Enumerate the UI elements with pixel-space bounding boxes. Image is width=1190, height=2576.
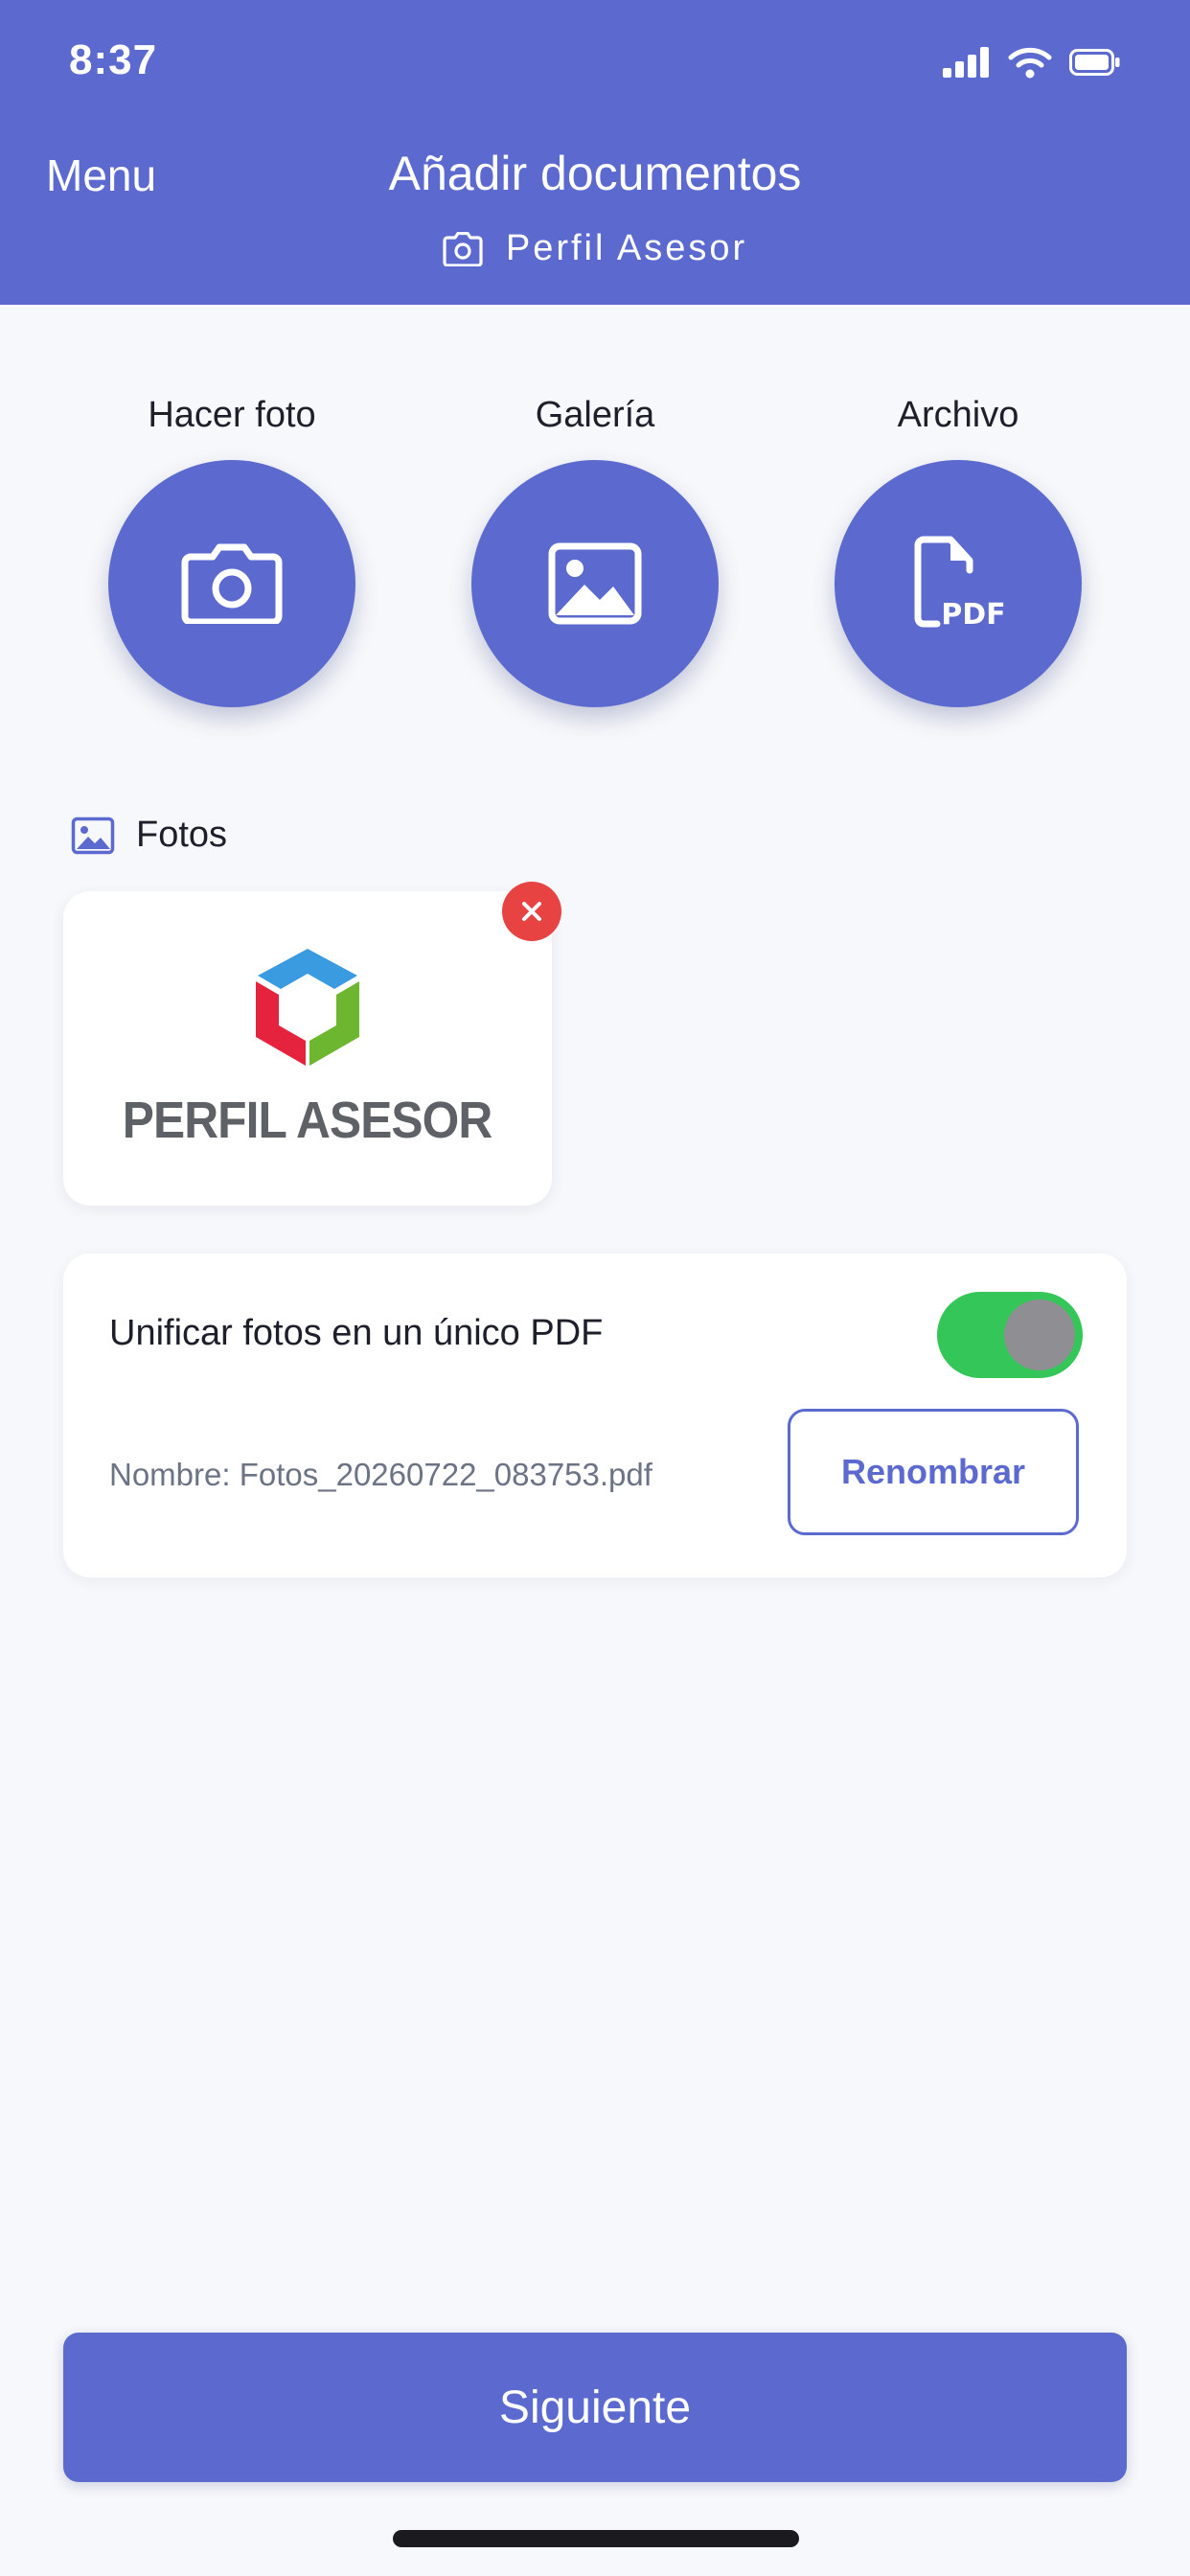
merge-pdf-label: Unificar fotos en un único PDF: [109, 1313, 604, 1353]
image-icon: [548, 542, 642, 625]
gallery-label: Galería: [535, 395, 655, 435]
next-button[interactable]: Siguiente: [63, 2333, 1127, 2482]
take-photo-button[interactable]: [108, 460, 355, 707]
remove-photo-button[interactable]: [502, 882, 561, 941]
rename-button[interactable]: Renombrar: [788, 1409, 1079, 1535]
battery-icon: [1069, 49, 1120, 76]
home-indicator: [393, 2530, 799, 2547]
take-photo-label: Hacer foto: [148, 395, 316, 435]
file-action[interactable]: Archivo PDF: [814, 391, 1102, 707]
photos-section-header: Fotos: [71, 815, 227, 856]
image-icon: [71, 816, 115, 854]
gallery-button[interactable]: [471, 460, 719, 707]
pdf-file-icon: PDF: [914, 536, 1004, 632]
photo-caption: PERFIL ASESOR: [123, 1092, 492, 1149]
toggle-knob: [1004, 1300, 1075, 1370]
subtitle-text: Perfil Asesor: [505, 228, 748, 268]
perfil-asesor-logo: PERFIL ASESOR: [63, 945, 552, 1150]
merge-pdf-card: Unificar fotos en un único PDF Nombre: F…: [63, 1254, 1127, 1577]
take-photo-action[interactable]: Hacer foto: [88, 391, 376, 707]
wifi-icon: [1008, 47, 1052, 79]
subtitle: Perfil Asesor: [0, 228, 1190, 269]
photo-thumbnail[interactable]: PERFIL ASESOR: [63, 891, 552, 1206]
merge-pdf-toggle[interactable]: [937, 1292, 1083, 1378]
file-button[interactable]: PDF: [835, 460, 1082, 707]
pdf-label: PDF: [941, 598, 1004, 632]
cube-logo-icon: [256, 949, 359, 1066]
camera-icon: [443, 231, 483, 266]
gallery-action[interactable]: Galería: [451, 391, 739, 707]
status-time: 8:37: [69, 36, 158, 83]
status-icons: [943, 46, 1121, 79]
page-title: Añadir documentos: [388, 147, 802, 200]
cellular-signal-icon: [943, 47, 989, 78]
file-label: Archivo: [897, 395, 1019, 435]
app-header: 8:37 Menu Añadir documentos Perfil Aseso…: [0, 0, 1190, 305]
close-icon: [522, 902, 541, 921]
photos-section-title: Fotos: [136, 815, 228, 855]
pdf-file-name: Nombre: Fotos_20260722_083753.pdf: [109, 1457, 652, 1492]
camera-icon: [181, 543, 283, 624]
